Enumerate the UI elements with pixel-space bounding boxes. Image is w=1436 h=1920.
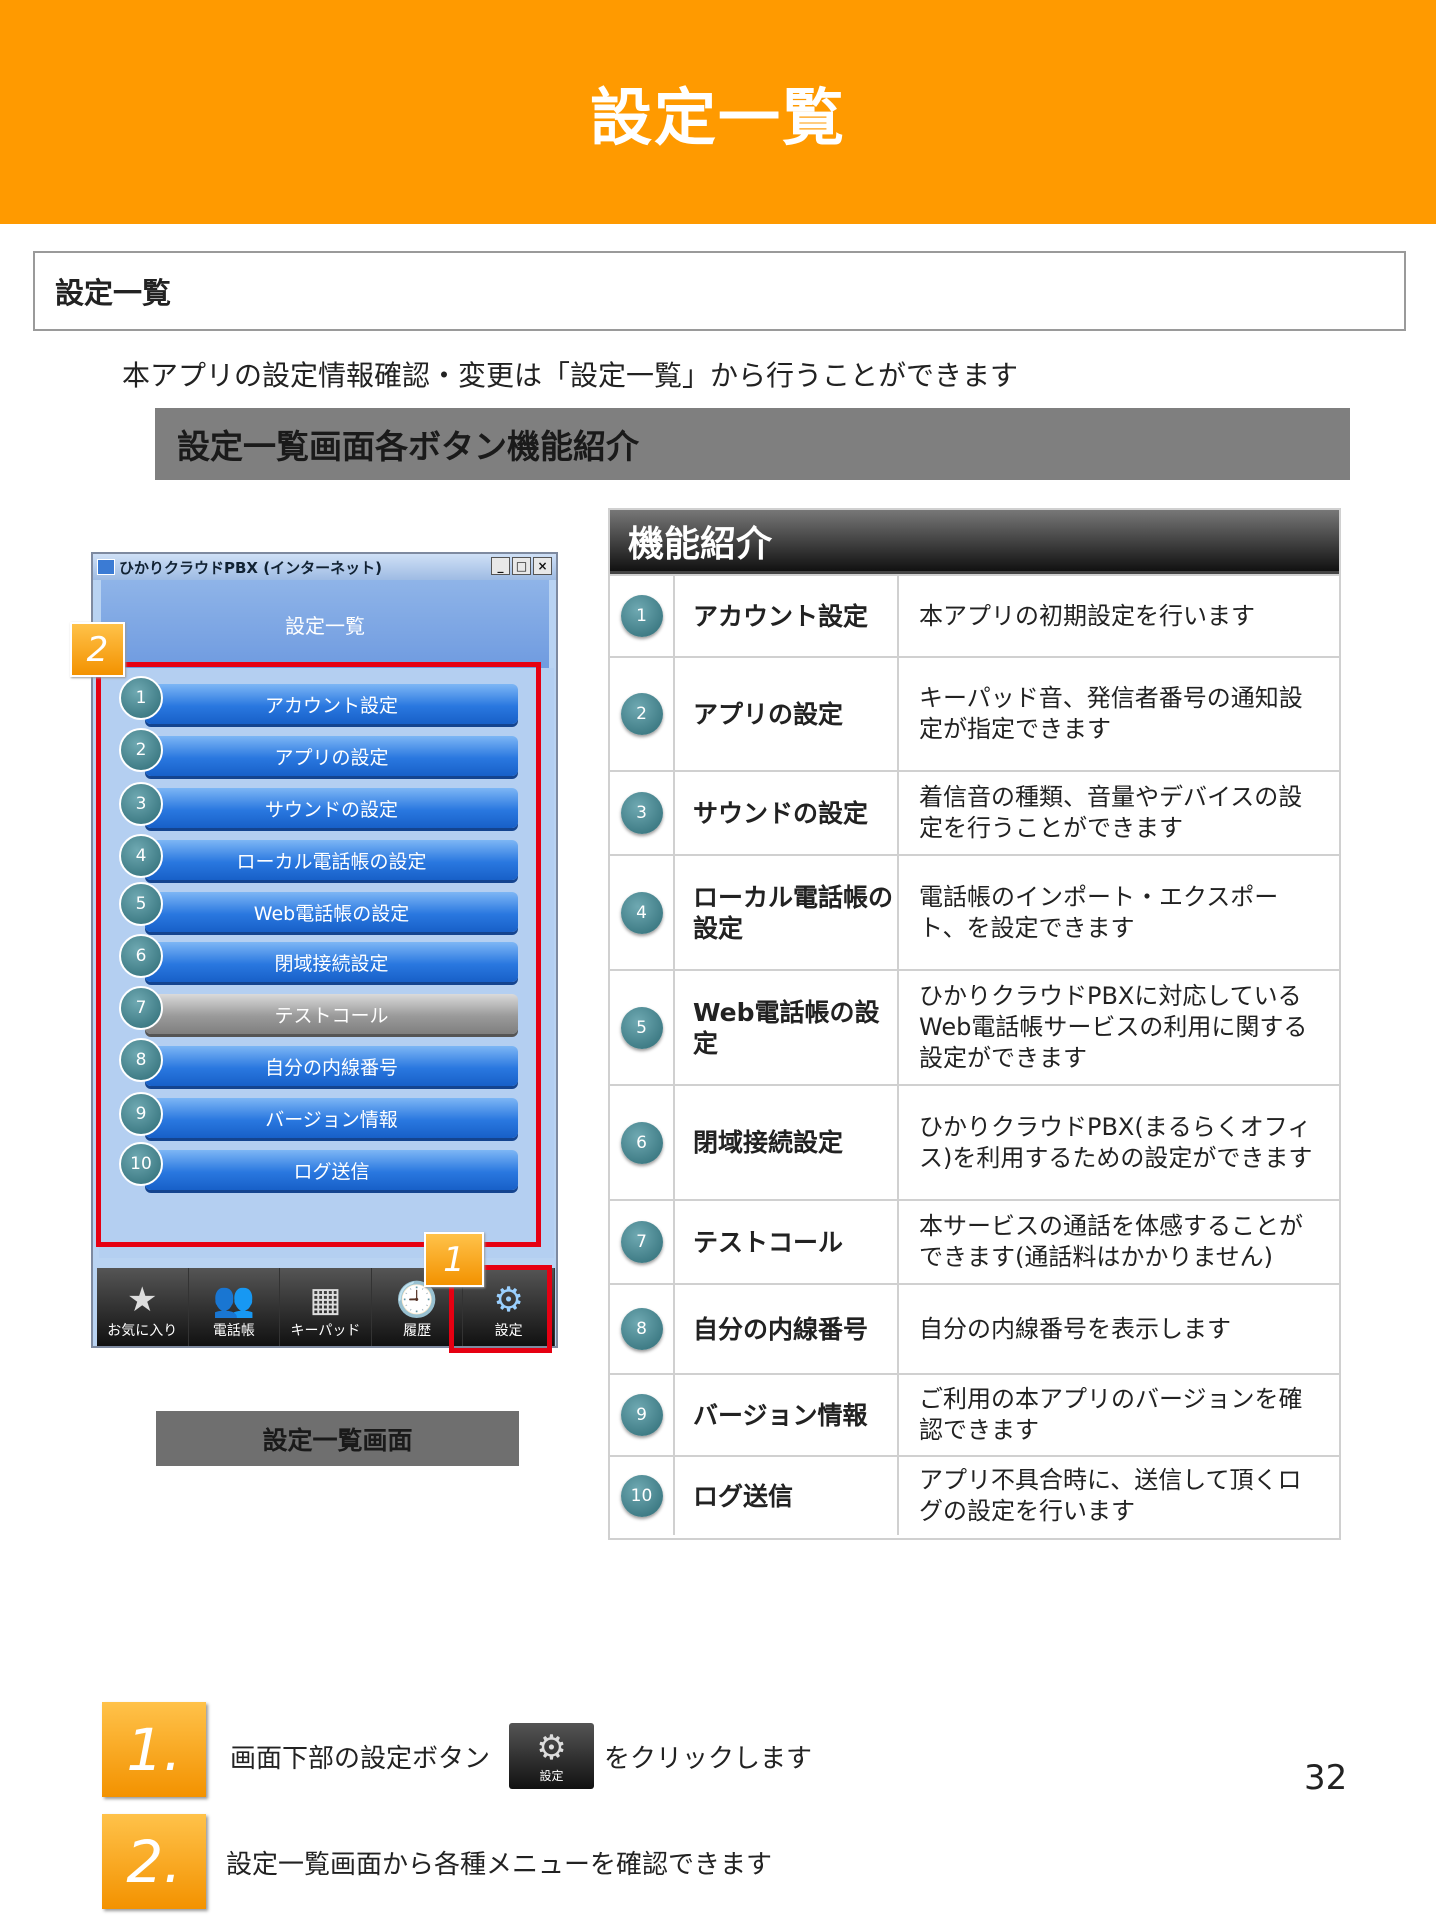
feature-name: バージョン情報 (675, 1375, 899, 1455)
table-row: 3 サウンドの設定 着信音の種類、音量やデバイスの設定を行うことができます (610, 770, 1339, 854)
feature-name: アカウント設定 (675, 576, 899, 656)
feature-desc: 自分の内線番号を表示します (919, 1314, 1231, 1343)
settings-button-image: ⚙ 設定 (509, 1723, 594, 1789)
screen-header-title: 設定一覧 (285, 613, 365, 638)
feature-name: サウンドの設定 (675, 772, 899, 854)
step-2-badge: 2. (102, 1814, 206, 1909)
feature-name: アプリの設定 (675, 658, 899, 770)
section-title: 設定一覧 (55, 276, 172, 310)
feature-desc: キーパッド音、発信者番号の通知設定が指定できます (919, 684, 1303, 743)
tab-favorites[interactable]: ★ お気に入り (97, 1268, 189, 1346)
feature-name: ログ送信 (675, 1457, 899, 1535)
row-number: 4 (620, 891, 663, 934)
feature-desc: ひかりクラウドPBX(まるらくオフィス)を利用するための設定ができます (919, 1112, 1313, 1172)
callout-2: 2 (70, 622, 125, 677)
page-title: 設定一覧 (589, 81, 846, 154)
table-header-title: 機能紹介 (628, 523, 773, 565)
intro-text: 本アプリの設定情報確認・変更は「設定一覧」から行うことができます (122, 359, 1019, 392)
window-controls: _ □ × (491, 557, 552, 575)
tab-label: 電話帳 (212, 1323, 255, 1339)
feature-desc: 電話帳のインポート・エクスポート、を設定できます (919, 882, 1279, 942)
table-row: 10 ログ送信 アプリ不具合時に、送信して頂くログの設定を行います (610, 1455, 1339, 1535)
window-titlebar: ひかりクラウドPBX (インターネット) _ □ × (93, 554, 556, 580)
section-title-box: 設定一覧 (33, 251, 1406, 331)
feature-desc: アプリ不具合時に、送信して頂くログの設定を行います (919, 1466, 1302, 1525)
feature-desc: ひかりクラウドPBXに対応しているWeb電話帳サービスの利用に関する設定ができま… (919, 982, 1308, 1072)
title-banner: 設定一覧 (0, 0, 1436, 224)
subheader-bar: 設定一覧画面各ボタン機能紹介 (155, 408, 1350, 480)
gear-icon: ⚙ (536, 1727, 567, 1768)
row-number: 1 (620, 595, 663, 637)
contacts-icon: 👥 (212, 1280, 256, 1320)
step-2-text: 設定一覧画面から各種メニューを確認できます (226, 1850, 773, 1880)
maximize-button[interactable]: □ (512, 557, 531, 575)
feature-name: テストコール (675, 1201, 899, 1283)
feature-desc: 着信音の種類、音量やデバイスの設定を行うことができます (919, 783, 1303, 842)
step-1-badge: 1. (102, 1702, 206, 1797)
feature-name: ローカル電話帳の設定 (675, 856, 899, 969)
table-header: 機能紹介 (610, 510, 1339, 574)
feature-desc: ご利用の本アプリのバージョンを確認できます (919, 1385, 1303, 1444)
table-row: 6 閉域接続設定 ひかりクラウドPBX(まるらくオフィス)を利用するための設定が… (610, 1084, 1339, 1199)
window-title: ひかりクラウドPBX (インターネット) (119, 558, 382, 577)
step-1-text-after: をクリックします (604, 1744, 813, 1774)
feature-desc: 本サービスの通話を体感することができます(通話料はかかりません) (919, 1212, 1303, 1271)
callout-1: 1 (424, 1232, 484, 1287)
keypad-icon: ▦ (309, 1280, 342, 1320)
slide: 設定一覧 設定一覧 本アプリの設定情報確認・変更は「設定一覧」から行うことができ… (0, 0, 1436, 1920)
subheader: 設定一覧画面各ボタン機能紹介 (177, 427, 639, 466)
row-number: 8 (620, 1308, 663, 1350)
step-1-text: 画面下部の設定ボタン (230, 1744, 491, 1774)
tab-label: キーパッド (290, 1323, 361, 1339)
row-number: 5 (620, 1006, 663, 1049)
close-button[interactable]: × (533, 557, 552, 575)
row-number: 10 (620, 1475, 663, 1517)
feature-name: 自分の内線番号 (675, 1285, 899, 1373)
star-icon: ★ (127, 1280, 158, 1320)
table-row: 2 アプリの設定 キーパッド音、発信者番号の通知設定が指定できます (610, 656, 1339, 770)
row-number: 6 (620, 1121, 663, 1164)
row-number: 9 (620, 1394, 663, 1436)
row-number: 3 (620, 792, 663, 834)
minimize-button[interactable]: _ (491, 557, 510, 575)
feature-name: Web電話帳の設定 (675, 971, 899, 1084)
tab-keypad[interactable]: ▦ キーパッド (280, 1268, 372, 1346)
table-row: 1 アカウント設定 本アプリの初期設定を行います (610, 574, 1339, 656)
screen-caption: 設定一覧画面 (156, 1411, 519, 1466)
table-row: 8 自分の内線番号 自分の内線番号を表示します (610, 1283, 1339, 1373)
menu-highlight (96, 662, 541, 1247)
settings-button-label: 設定 (539, 1768, 564, 1783)
row-number: 2 (620, 693, 663, 735)
table-row: 4 ローカル電話帳の設定 電話帳のインポート・エクスポート、を設定できます (610, 854, 1339, 969)
table-row: 5 Web電話帳の設定 ひかりクラウドPBXに対応しているWeb電話帳サービスの… (610, 969, 1339, 1084)
row-number: 7 (620, 1221, 663, 1263)
table-row: 9 バージョン情報 ご利用の本アプリのバージョンを確認できます (610, 1373, 1339, 1455)
feature-desc: 本アプリの初期設定を行います (919, 601, 1255, 630)
tab-phonebook[interactable]: 👥 電話帳 (189, 1268, 281, 1346)
table-row: 7 テストコール 本サービスの通話を体感することができます(通話料はかかりません… (610, 1199, 1339, 1283)
tab-label: 履歴 (403, 1323, 432, 1339)
page-number: 32 (1304, 1758, 1348, 1798)
feature-table: 機能紹介 1 アカウント設定 本アプリの初期設定を行います 2 アプリの設定 キ… (608, 508, 1341, 1540)
app-icon (97, 559, 115, 575)
screen-header: 設定一覧 (101, 580, 549, 668)
feature-name: 閉域接続設定 (675, 1086, 899, 1199)
tab-label: お気に入り (107, 1323, 178, 1339)
